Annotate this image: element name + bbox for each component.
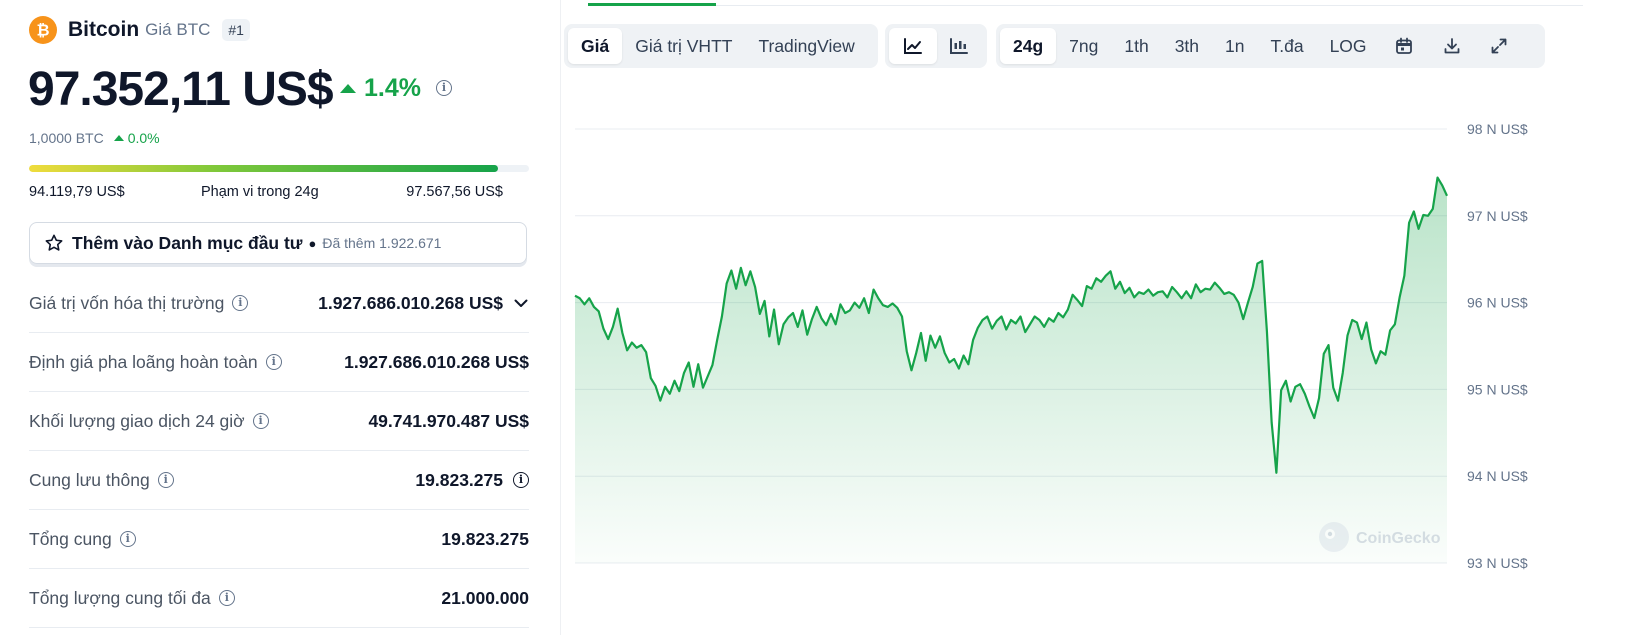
expand-icon [1491,38,1506,54]
y-tick-label: 93 N US$ [1467,555,1528,571]
range-1m[interactable]: 1th [1111,28,1161,64]
stat-label: Tổng cung i [29,529,136,550]
calendar-icon [1395,37,1412,54]
candlestick-icon [950,38,968,54]
info-icon[interactable]: i [252,413,269,429]
stat-label: Cung lưu thông i [29,470,174,491]
chart-type-toggle [885,24,987,68]
stat-row-volume: Khối lượng giao dịch 24 giờ i 49.741.970.… [29,392,529,451]
stat-label: Giá trị vốn hóa thị trường i [29,293,249,314]
tab-tradingview[interactable]: TradingView [745,28,867,64]
coin-symbol-label: Giá BTC [145,20,211,39]
line-chart-button[interactable] [889,28,937,64]
chart-view-tabs: Giá Giá trị VHTT TradingView [564,24,878,68]
download-icon [1444,38,1459,54]
info-icon[interactable]: i [265,354,282,370]
info-icon[interactable]: i [119,531,136,547]
stat-row-circulating-supply: Cung lưu thông i 19.823.275 i [29,451,529,510]
y-tick-label: 98 N US$ [1467,121,1528,137]
y-tick-label: 96 N US$ [1467,295,1528,311]
calendar-button[interactable] [1380,28,1428,64]
stat-value: 19.823.275 i [415,470,529,491]
fullscreen-button[interactable] [1476,28,1522,64]
y-tick-label: 97 N US$ [1467,208,1528,224]
watermark-text: CoinGecko [1356,530,1441,547]
chevron-down-icon[interactable] [513,295,529,311]
stat-label: Tổng lượng cung tối đa i [29,588,235,609]
add-to-portfolio-label: Thêm vào Danh mục đầu tư [72,232,303,253]
tab-market-cap[interactable]: Giá trị VHTT [622,28,745,64]
btc-conversion: 1,0000 BTC 0.0% [29,130,160,146]
stat-row-fdv: Định giá pha loãng hoàn toàn i 1.927.686.… [29,333,529,392]
stat-value: 1.927.686.010.268 US$ [344,351,529,372]
btc-amount: 1,0000 BTC [29,130,104,146]
price-area-fill [575,177,1447,564]
range-7d[interactable]: 7ng [1056,28,1111,64]
range-bar-fill [29,165,498,172]
info-icon[interactable]: i [436,80,452,96]
info-icon[interactable]: i [157,472,174,488]
candlestick-chart-button[interactable] [937,28,981,64]
add-to-portfolio-button[interactable]: Thêm vào Danh mục đầu tư ● Đã thêm 1.922… [29,222,527,264]
separator-dot: ● [308,235,317,251]
range-label: Phạm vi trong 24g [201,184,319,200]
stats-table: Giá trị vốn hóa thị trường i 1.927.686.01… [29,274,529,628]
btc-change-value: 0.0% [127,130,160,146]
log-scale-toggle[interactable]: LOG [1317,28,1380,64]
btc-change: 0.0% [113,130,160,146]
rank-badge: #1 [222,19,250,41]
y-tick-label: 95 N US$ [1467,381,1528,397]
active-tab-indicator [588,3,716,6]
price-change: 1.4% [340,74,421,103]
range-max[interactable]: T.đa [1257,28,1316,64]
range-1y[interactable]: 1n [1212,28,1257,64]
tab-price[interactable]: Giá [568,28,623,64]
coin-name: Bitcoin [68,18,140,41]
price-change-value: 1.4% [364,74,421,102]
range-24h[interactable]: 24g [1000,28,1057,64]
info-icon[interactable]: i [218,590,235,606]
stat-row-total-supply: Tổng cung i 19.823.275 [29,510,529,569]
range-3m[interactable]: 3th [1162,28,1212,64]
stat-value: 49.741.970.487 US$ [368,410,529,431]
portfolio-added-count: Đã thêm 1.922.671 [322,235,442,251]
caret-up-icon [113,135,124,141]
stat-label: Định giá pha loãng hoàn toàn i [29,352,282,373]
stat-label: Khối lượng giao dịch 24 giờ i [29,411,269,432]
current-price: 97.352,11 US$ [28,63,334,116]
y-tick-label: 94 N US$ [1467,468,1528,484]
stat-row-market-cap: Giá trị vốn hóa thị trường i 1.927.686.01… [29,274,529,333]
star-icon [45,234,63,251]
coin-header: ₿ Bitcoin Giá BTC #1 [29,16,250,44]
range-high: 97.567,56 US$ [406,184,503,200]
stat-value: 21.000.000 [441,587,529,608]
download-button[interactable] [1428,28,1476,64]
caret-up-icon [340,84,356,93]
info-icon[interactable]: i [513,472,529,488]
range-bar [29,165,529,172]
stat-value: 1.927.686.010.268 US$ [318,293,529,314]
time-range-tabs: 24g 7ng 1th 3th 1n T.đa LOG [996,24,1545,68]
price-chart[interactable]: 98 N US$ 97 N US$ 96 N US$ 95 N US$ 94 N US$… [560,100,1641,600]
info-icon[interactable]: i [232,295,249,311]
bitcoin-logo-icon: ₿ [29,16,57,44]
stat-row-max-supply: Tổng lượng cung tối đa i 21.000.000 [29,569,529,628]
line-chart-icon [904,38,922,54]
stat-value: 19.823.275 [441,528,529,549]
range-low: 94.119,79 US$ [29,184,125,200]
chart-panel: Giá Giá trị VHTT TradingView 24g 7ng 1th… [560,0,1641,635]
coin-info-panel: ₿ Bitcoin Giá BTC #1 97.352,11 US$ 1.4% … [0,0,561,635]
tab-underline [588,5,1583,6]
svg-text:₿: ₿ [36,21,49,40]
